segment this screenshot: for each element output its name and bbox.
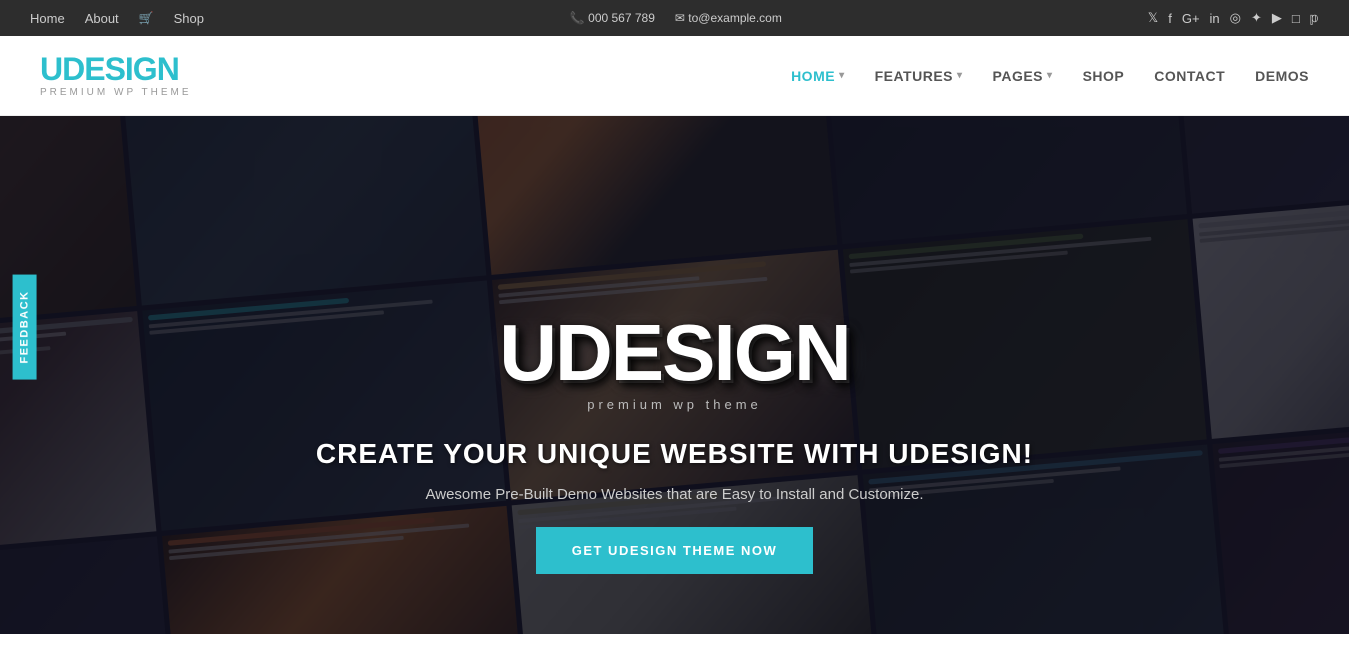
top-bar-contact: 000 567 789 to@example.com: [570, 11, 782, 25]
instagram-icon[interactable]: ◎: [1230, 10, 1241, 26]
logo-design: DESIGN: [62, 51, 179, 87]
pinterest-icon[interactable]: 𝕡: [1310, 10, 1319, 26]
social-icons: 𝕏 f G+ in ◎ ✦ ▶ □ 𝕡: [1148, 10, 1319, 26]
hero-subheadline: Awesome Pre-Built Demo Websites that are…: [426, 486, 924, 503]
hero-logo-text: UDESIGN: [499, 313, 850, 393]
topbar-home-link[interactable]: Home: [30, 11, 65, 26]
nav-features[interactable]: FEATURES ▾: [875, 68, 963, 84]
linkedin-icon[interactable]: in: [1210, 11, 1220, 26]
topbar-about-link[interactable]: About: [85, 11, 119, 26]
topbar-shop-link[interactable]: Shop: [174, 11, 204, 26]
hero-cta-button[interactable]: GET UDESIGN THEME NOW: [536, 527, 814, 574]
nav-contact[interactable]: CONTACT: [1154, 68, 1225, 84]
hero-section: UDESIGN premium wp theme CREATE YOUR UNI…: [0, 116, 1349, 634]
nav-shop[interactable]: SHOP: [1083, 68, 1125, 84]
email-address: to@example.com: [675, 11, 782, 25]
yelp-icon[interactable]: ✦: [1251, 10, 1262, 26]
top-bar-nav: Home About 🛒 Shop: [30, 11, 204, 26]
phone-number: 000 567 789: [570, 11, 655, 25]
top-bar: Home About 🛒 Shop 000 567 789 to@example…: [0, 0, 1349, 36]
logo-text: UDESIGN: [40, 53, 192, 85]
site-logo[interactable]: UDESIGN PREMIUM WP THEME: [40, 53, 192, 98]
chevron-down-icon: ▾: [1047, 70, 1053, 81]
youtube-icon[interactable]: ▶: [1272, 10, 1282, 26]
hero-content: UDESIGN premium wp theme CREATE YOUR UNI…: [316, 313, 1033, 574]
vimeo-icon[interactable]: □: [1292, 11, 1300, 26]
feedback-tab[interactable]: feedback: [13, 274, 37, 379]
logo-u: U: [40, 51, 62, 87]
main-nav: HOME ▾ FEATURES ▾ PAGES ▾ SHOP CONTACT D…: [791, 68, 1309, 84]
googleplus-icon[interactable]: G+: [1182, 11, 1200, 26]
twitter-icon[interactable]: 𝕏: [1148, 10, 1158, 26]
chevron-down-icon: ▾: [957, 70, 963, 81]
site-header: UDESIGN PREMIUM WP THEME HOME ▾ FEATURES…: [0, 36, 1349, 116]
hero-logo: UDESIGN premium wp theme: [499, 313, 850, 412]
logo-tagline: PREMIUM WP THEME: [40, 87, 192, 98]
hero-headline: CREATE YOUR UNIQUE WEBSITE WITH UDESIGN!: [316, 438, 1033, 470]
facebook-icon[interactable]: f: [1168, 11, 1172, 26]
nav-pages[interactable]: PAGES ▾: [993, 68, 1053, 84]
nav-home[interactable]: HOME ▾: [791, 68, 845, 84]
hero-logo-sub: premium wp theme: [587, 397, 762, 412]
chevron-down-icon: ▾: [839, 70, 845, 81]
cart-icon: 🛒: [139, 11, 154, 26]
nav-demos[interactable]: DEMOS: [1255, 68, 1309, 84]
